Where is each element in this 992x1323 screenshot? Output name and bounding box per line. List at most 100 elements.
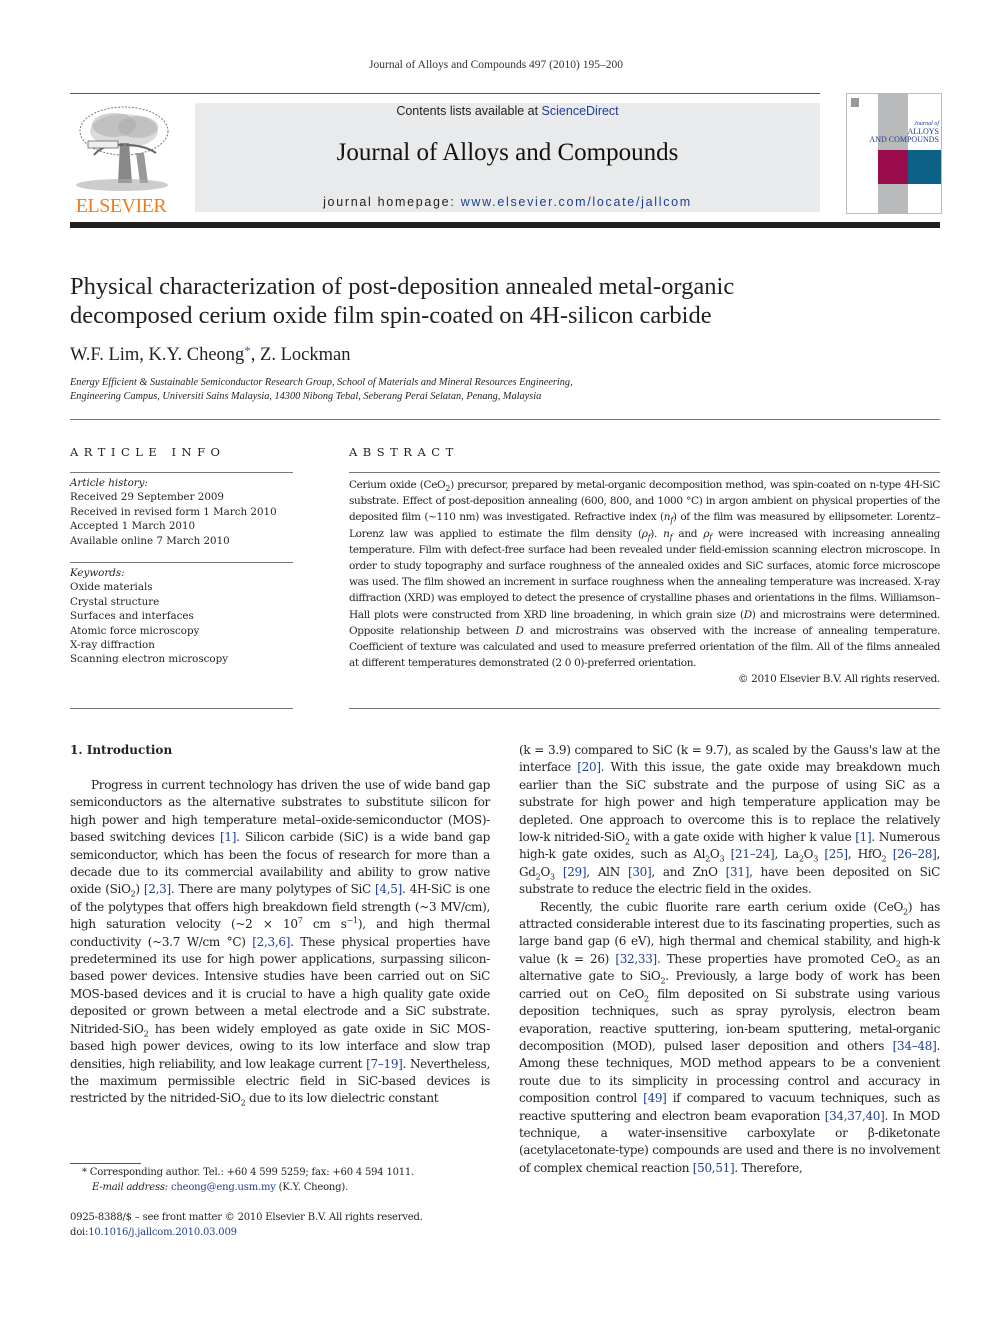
keyword: Scanning electron microscopy: [70, 653, 229, 666]
keyword: Atomic force microscopy: [70, 624, 200, 637]
author-separator: ,: [139, 345, 149, 365]
citation-link[interactable]: [26–28]: [893, 847, 937, 861]
cover-magenta-block: [878, 150, 908, 184]
journal-cover-thumbnail[interactable]: Journal of ALLOYS AND COMPOUNDS: [846, 93, 942, 214]
history-label: Article history:: [70, 477, 148, 489]
article-info-heading: ARTICLE INFO: [70, 445, 226, 459]
text-run: ).: [650, 527, 664, 540]
citation-link[interactable]: [21–24]: [731, 847, 775, 861]
abstract-text: Cerium oxide (CeO2) precursor, prepared …: [349, 477, 940, 671]
journal-homepage: journal homepage: www.elsevier.com/locat…: [195, 195, 820, 209]
email-suffix: (K.Y. Cheong).: [275, 1181, 349, 1193]
citation-link[interactable]: [2,3,6]: [252, 935, 290, 949]
footnote-line: E-mail address: cheong@eng.usm.my (K.Y. …: [82, 1181, 502, 1196]
text-run: . There are many polytypes of SiC: [170, 882, 376, 897]
front-matter-line: 0925-8388/$ – see front matter © 2010 El…: [70, 1212, 423, 1223]
text-run: , and ZnO: [651, 864, 726, 879]
history-item: Accepted 1 March 2010: [70, 520, 196, 533]
journal-title: Journal of Alloys and Compounds: [336, 139, 679, 166]
affiliation: Energy Efficient & Sustainable Semicondu…: [70, 376, 770, 404]
keyword: Crystal structure: [70, 595, 160, 608]
subscript: 3: [813, 854, 818, 864]
email-label: E-mail address:: [92, 1181, 171, 1193]
cover-publisher-icon: [851, 98, 859, 107]
abstract-body: Cerium oxide (CeO2) precursor, prepared …: [349, 477, 940, 688]
paragraph: Recently, the cubic fluorite rare earth …: [519, 899, 940, 1178]
doi-prefix: doi:: [70, 1226, 89, 1238]
citation-link[interactable]: [2,3]: [144, 882, 171, 896]
divider: [70, 562, 293, 563]
doi-line: doi:10.1016/j.jallcom.2010.03.009: [70, 1226, 500, 1241]
text-run: with a gate oxide with higher k value: [629, 830, 856, 845]
text-run: ): [135, 882, 144, 897]
citation-link[interactable]: [7–19]: [366, 1057, 403, 1071]
keyword: Surfaces and interfaces: [70, 610, 194, 623]
citation-link[interactable]: [1]: [220, 830, 236, 844]
text-run: cm s: [302, 917, 347, 932]
text-run: due to its low dielectric constant: [245, 1091, 439, 1106]
publisher-logo-text: ELSEVIER: [75, 195, 167, 217]
author: Z. Lockman: [260, 345, 351, 365]
author-list: W.F. Lim, K.Y. Cheong*, Z. Lockman: [70, 343, 350, 366]
divider: [349, 472, 940, 473]
symbol: D: [515, 624, 524, 637]
corresponding-author-footnote: * Corresponding author. Tel.: +60 4 599 …: [82, 1166, 502, 1195]
author: W.F. Lim: [70, 345, 140, 365]
abstract-heading: ABSTRACT: [349, 445, 459, 459]
history-item: Received 29 September 2009: [70, 491, 224, 504]
divider: [349, 708, 940, 709]
citation-link[interactable]: [20]: [577, 760, 601, 774]
footnote-rule: [70, 1163, 141, 1164]
copyright: © 2010 Elsevier B.V. All rights reserved…: [737, 673, 940, 686]
text-run: and: [672, 527, 704, 540]
keyword: Oxide materials: [70, 581, 153, 594]
subscript: 2: [881, 854, 887, 864]
title-line: Physical characterization of post-deposi…: [70, 273, 735, 300]
text-run: Cerium oxide (CeO: [349, 479, 446, 491]
keywords: Keywords: Oxide materials Crystal struct…: [70, 566, 300, 667]
cover-blue-block: [908, 150, 941, 184]
citation-link[interactable]: [32,33]: [615, 952, 657, 966]
citation-link[interactable]: [30]: [628, 865, 652, 879]
text-run: . These properties have promoted CeO: [656, 951, 896, 966]
citation-link[interactable]: [50,51]: [693, 1161, 735, 1175]
footnote-contact: Corresponding author. Tel.: +60 4 599 52…: [86, 1167, 415, 1178]
citation-link[interactable]: [34–48]: [893, 1039, 937, 1053]
text-run: . These physical properties have predete…: [70, 934, 490, 1036]
body-column-left: Progress in current technology has drive…: [70, 777, 490, 1108]
journal-masthead: Contents lists available at ScienceDirec…: [195, 103, 820, 212]
superscript: −1: [346, 916, 359, 926]
homepage-link[interactable]: www.elsevier.com/locate/jallcom: [461, 195, 692, 209]
history-item: Available online 7 March 2010: [70, 534, 230, 547]
subscript: 3: [719, 854, 725, 864]
paragraph: (k = 3.9) compared to SiC (k = 9.7), as …: [519, 742, 940, 899]
masthead-divider: [70, 222, 940, 228]
affiliation-rule: [70, 419, 940, 420]
elsevier-logo[interactable]: ELSEVIER: [70, 103, 172, 217]
front-matter: 0925-8388/$ – see front matter © 2010 El…: [70, 1211, 500, 1240]
citation-link[interactable]: [29]: [563, 865, 587, 879]
subscript: 3: [550, 872, 555, 882]
citation-link[interactable]: [25]: [824, 847, 848, 861]
affiliation-line: Engineering Campus, Universiti Sains Mal…: [70, 391, 542, 402]
running-head: Journal of Alloys and Compounds 497 (201…: [369, 59, 623, 71]
cover-title-line: AND COMPOUNDS: [869, 135, 939, 144]
homepage-prefix: journal homepage:: [323, 195, 461, 209]
doi-link[interactable]: 10.1016/j.jallcom.2010.03.009: [88, 1227, 237, 1238]
citation-link[interactable]: [31]: [726, 865, 750, 879]
text-run: Recently, the cubic fluorite rare earth …: [540, 899, 904, 914]
citation-link[interactable]: [1]: [855, 830, 871, 844]
contents-line: Contents lists available at ScienceDirec…: [195, 104, 820, 118]
keywords-label: Keywords:: [70, 567, 125, 579]
section-heading-introduction: 1. Introduction: [70, 743, 173, 757]
sciencedirect-link[interactable]: ScienceDirect: [542, 104, 619, 118]
title-line: decomposed cerium oxide film spin-coated…: [70, 302, 712, 329]
citation-link[interactable]: [34,37,40]: [825, 1109, 885, 1123]
email-link[interactable]: cheong@eng.usm.my: [171, 1182, 276, 1193]
text-run: , La: [774, 847, 799, 862]
header-rule: [70, 93, 820, 94]
citation-link[interactable]: [4,5]: [375, 882, 402, 896]
symbol: D: [743, 608, 752, 621]
citation-link[interactable]: [49]: [643, 1091, 667, 1105]
text-run: O: [540, 864, 551, 879]
